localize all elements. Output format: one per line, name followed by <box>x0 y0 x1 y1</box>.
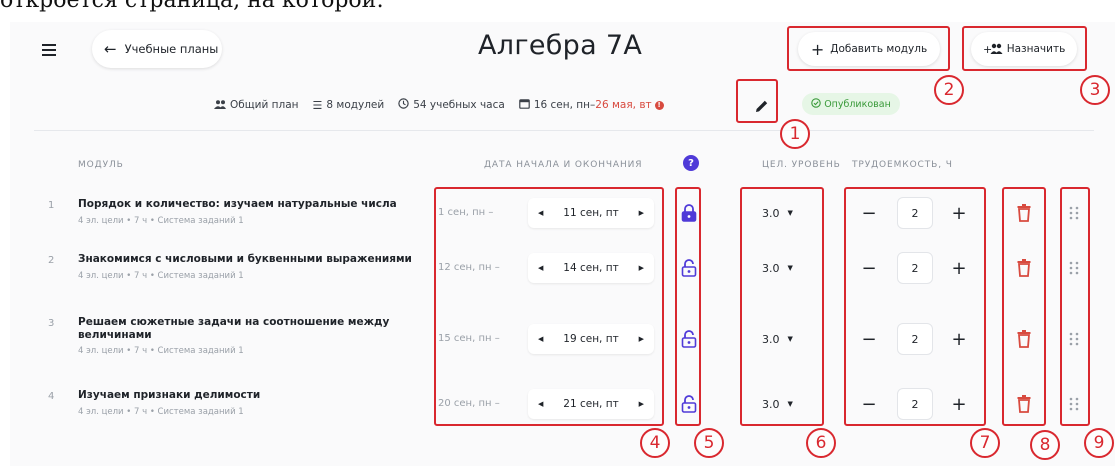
row-number: 1 <box>48 200 55 211</box>
column-header-dates: ДАТА НАЧАЛА И ОКОНЧАНИЯ <box>484 160 643 170</box>
status-badge: Опубликован <box>802 93 900 115</box>
annotation-marker-1: 1 <box>780 119 810 149</box>
column-header-module: МОДУЛЬ <box>78 160 124 170</box>
group-icon <box>214 99 226 112</box>
clock-icon <box>398 98 409 112</box>
annotation-marker-3: 3 <box>1080 75 1110 105</box>
annotation-marker-6: 6 <box>806 428 836 458</box>
annotation-box-dates <box>434 187 664 426</box>
status-label: Опубликован <box>824 98 891 110</box>
module-meta: 4 эл. цели • 7 ч • Система заданий 1 <box>78 407 244 417</box>
plan-dates: 16 сен, пн– 26 мая, вт ! <box>519 98 664 112</box>
row-number: 4 <box>48 391 55 402</box>
module-title[interactable]: Решаем сюжетные задачи на соотношение ме… <box>78 316 418 342</box>
module-title[interactable]: Порядок и количество: изучаем натуральны… <box>78 198 418 211</box>
check-circle-icon <box>811 97 821 111</box>
annotation-box-locks <box>675 187 701 426</box>
annotation-marker-8: 8 <box>1030 430 1060 460</box>
column-header-effort: ТРУДОЕМКОСТЬ, Ч <box>852 160 953 170</box>
module-title[interactable]: Знакомимся с числовыми и буквенными выра… <box>78 253 418 266</box>
modules-count: ☰ 8 модулей <box>313 99 385 112</box>
document-text: откроется страница, на которой: <box>0 0 384 13</box>
plan-type: Общий план <box>214 99 299 112</box>
annotation-box-level <box>740 187 824 426</box>
hours-count: 54 учебных часа <box>398 98 505 112</box>
annotation-box-assign <box>962 26 1087 71</box>
annotation-box-effort <box>844 187 986 426</box>
module-meta: 4 эл. цели • 7 ч • Система заданий 1 <box>78 346 244 356</box>
annotation-marker-7: 7 <box>970 428 1000 458</box>
annotation-box-edit <box>736 79 778 123</box>
warning-icon: ! <box>654 100 664 110</box>
arrow-left-icon: ← <box>104 40 117 58</box>
module-meta: 4 эл. цели • 7 ч • Система заданий 1 <box>78 216 244 226</box>
help-icon[interactable]: ? <box>683 155 699 171</box>
annotation-marker-2: 2 <box>934 75 964 105</box>
hours-label: 54 учебных часа <box>413 99 505 111</box>
page-title: Алгебра 7А <box>478 30 643 61</box>
annotation-marker-5: 5 <box>694 428 724 458</box>
annotation-marker-9: 9 <box>1084 428 1114 458</box>
divider <box>34 130 1094 131</box>
annotation-box-add-module <box>787 26 950 71</box>
plan-date-end: 26 мая, вт <box>595 99 652 111</box>
menu-icon[interactable] <box>34 35 64 65</box>
column-header-level: ЦЕЛ. УРОВЕНЬ <box>762 160 841 170</box>
plan-date-start: 16 сен, пн– <box>533 99 596 111</box>
list-icon: ☰ <box>312 98 323 112</box>
annotation-marker-4: 4 <box>640 428 670 458</box>
modules-count-label: 8 модулей <box>326 99 385 111</box>
annotation-box-drag <box>1060 187 1090 426</box>
back-to-plans-button[interactable]: ← Учебные планы <box>92 30 222 68</box>
calendar-icon <box>519 98 530 112</box>
annotation-box-delete <box>1002 187 1046 426</box>
back-button-label: Учебные планы <box>124 42 219 56</box>
plan-meta-row: Общий план ☰ 8 модулей 54 учебных часа 1… <box>214 94 678 116</box>
module-title[interactable]: Изучаем признаки делимости <box>78 389 418 402</box>
row-number: 3 <box>48 318 55 329</box>
plan-type-label: Общий план <box>230 99 299 111</box>
module-meta: 4 эл. цели • 7 ч • Система заданий 1 <box>78 271 244 281</box>
row-number: 2 <box>48 255 55 266</box>
